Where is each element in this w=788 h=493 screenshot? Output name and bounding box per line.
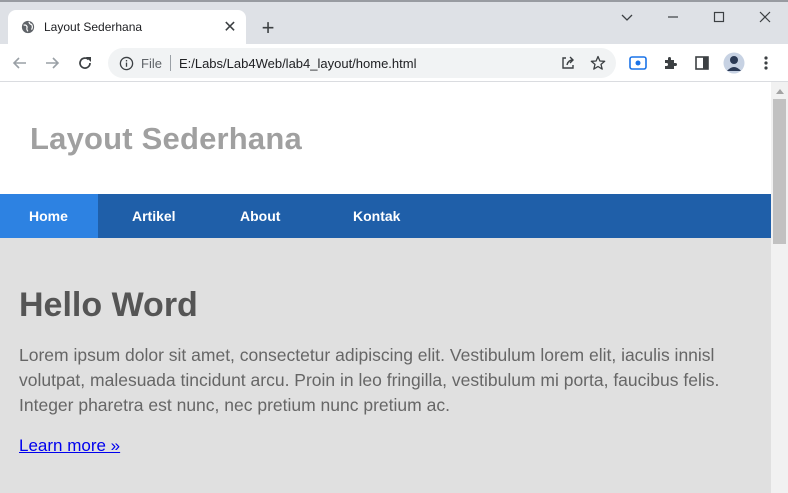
nav-item-artikel[interactable]: Artikel: [98, 194, 206, 238]
learn-more-link[interactable]: Learn more »: [19, 436, 120, 456]
address-bar[interactable]: File E:/Labs/Lab4Web/lab4_layout/home.ht…: [108, 48, 616, 78]
avatar[interactable]: [722, 51, 746, 75]
forward-icon[interactable]: [40, 51, 64, 75]
tab-title: Layout Sederhana: [44, 20, 143, 34]
globe-icon: [20, 19, 36, 35]
divider: [169, 55, 171, 71]
tab-search-icon[interactable]: [616, 6, 638, 28]
side-panel-icon[interactable]: [690, 51, 714, 75]
minimize-icon[interactable]: [662, 6, 684, 28]
window-close-icon[interactable]: [754, 6, 776, 28]
tab-close-icon[interactable]: ✕: [220, 17, 240, 37]
scroll-up-arrow-icon[interactable]: [771, 82, 788, 99]
site-nav: Home Artikel About Kontak: [0, 194, 771, 238]
nav-item-about[interactable]: About: [206, 194, 319, 238]
hero-section: Hello Word Lorem ipsum dolor sit amet, c…: [0, 238, 771, 493]
maximize-icon[interactable]: [708, 6, 730, 28]
new-tab-button[interactable]: +: [256, 16, 280, 40]
page-viewport: Layout Sederhana Home Artikel About Kont…: [0, 82, 788, 493]
site-header: Layout Sederhana: [0, 82, 771, 194]
hero-body: Lorem ipsum dolor sit amet, consectetur …: [19, 345, 720, 415]
star-icon[interactable]: [586, 51, 610, 75]
menu-icon[interactable]: [754, 51, 778, 75]
tab-strip: Layout Sederhana ✕ +: [0, 0, 788, 44]
back-icon[interactable]: [8, 51, 32, 75]
site-title: Layout Sederhana: [30, 121, 302, 156]
screencast-icon[interactable]: [626, 51, 650, 75]
url-text[interactable]: E:/Labs/Lab4Web/lab4_layout/home.html: [179, 56, 556, 71]
reload-icon[interactable]: [73, 51, 97, 75]
extensions-icon[interactable]: [658, 51, 682, 75]
browser-toolbar: File E:/Labs/Lab4Web/lab4_layout/home.ht…: [0, 44, 788, 82]
scrollbar-thumb[interactable]: [773, 99, 786, 244]
share-icon[interactable]: [556, 51, 580, 75]
vertical-scrollbar[interactable]: [771, 82, 788, 493]
nav-item-kontak[interactable]: Kontak: [319, 194, 429, 238]
info-icon[interactable]: [118, 55, 134, 71]
browser-tab[interactable]: Layout Sederhana ✕: [8, 10, 246, 44]
nav-item-home[interactable]: Home: [0, 194, 98, 238]
web-page: Layout Sederhana Home Artikel About Kont…: [0, 82, 771, 493]
url-scheme: File: [141, 55, 162, 71]
hero-heading: Hello Word: [19, 286, 198, 324]
